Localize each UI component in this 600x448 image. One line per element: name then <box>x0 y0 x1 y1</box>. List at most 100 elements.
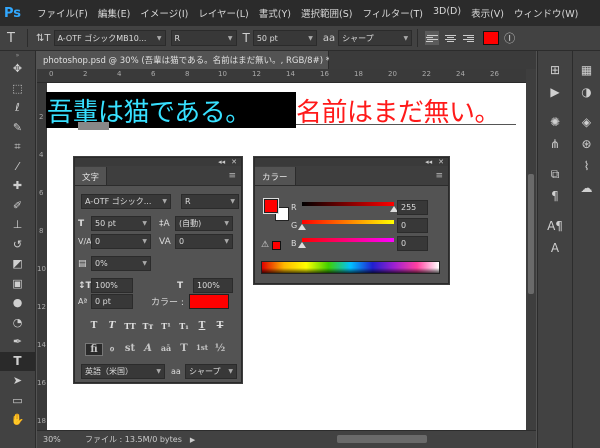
scroll-thumb[interactable] <box>528 174 534 294</box>
crop-tool-icon[interactable]: ⌗ <box>0 137 35 157</box>
layers-icon[interactable]: ◈ <box>573 111 600 133</box>
menu-edit[interactable]: 編集(E) <box>93 6 135 20</box>
font-size-select[interactable]: 50 pt ▼ <box>252 30 317 46</box>
clone-stamp-tool-icon[interactable]: ⊥ <box>0 215 35 235</box>
red-slider[interactable] <box>302 202 394 206</box>
close-icon[interactable]: ✕ <box>231 158 237 166</box>
lasso-tool-icon[interactable]: ℓ <box>0 98 35 118</box>
ordinals-icon[interactable]: 1st <box>193 343 211 356</box>
tab-character[interactable]: 文字 <box>75 167 108 185</box>
actions-icon[interactable]: ▶ <box>538 81 572 103</box>
clone-source-icon[interactable]: ⧉ <box>538 163 572 185</box>
horizontal-scroll-thumb[interactable] <box>337 435 427 443</box>
green-slider[interactable] <box>302 220 394 224</box>
char-tracking-select[interactable]: 0 ▼ <box>175 234 233 249</box>
close-icon[interactable]: ✕ <box>438 158 444 166</box>
superscript-icon[interactable]: T¹ <box>157 321 175 331</box>
path-select-tool-icon[interactable]: ➤ <box>0 371 35 391</box>
char-kerning-select[interactable]: 0 ▼ <box>91 234 151 249</box>
faux-italic-icon[interactable]: T <box>103 321 121 331</box>
strikethrough-icon[interactable]: T <box>211 321 229 331</box>
char-color-swatch[interactable] <box>189 294 229 309</box>
document-tab[interactable]: photoshop.psd @ 30% (吾輩は猫である。名前はまだ無い。, R… <box>37 51 330 69</box>
text-tool-icon[interactable]: T <box>0 31 22 46</box>
blur-tool-icon[interactable]: ● <box>0 293 35 313</box>
pen-tool-icon[interactable]: ✒ <box>0 332 35 352</box>
libraries-icon[interactable]: ☁ <box>573 177 600 199</box>
type-tool-icon[interactable]: T <box>0 351 35 371</box>
orientation-toggle-icon[interactable]: ⇅T <box>36 33 51 44</box>
menu-view[interactable]: 表示(V) <box>466 6 509 20</box>
paragraph-icon[interactable]: ¶ <box>538 185 572 207</box>
gradient-tool-icon[interactable]: ▣ <box>0 274 35 294</box>
blue-slider[interactable] <box>302 238 394 242</box>
healing-brush-tool-icon[interactable]: ✚ <box>0 176 35 196</box>
menu-layer[interactable]: レイヤー(L) <box>193 6 253 20</box>
panel-menu-icon[interactable]: ≡ <box>223 171 241 185</box>
character-icon[interactable]: A <box>538 237 572 259</box>
char-font-family-select[interactable]: A-OTF ゴシック... ▼ <box>81 194 171 209</box>
status-menu-icon[interactable]: ▶ <box>190 436 195 444</box>
green-slider-handle[interactable] <box>298 224 306 230</box>
align-right-icon[interactable] <box>461 31 475 45</box>
channels-icon[interactable]: ⊛ <box>573 133 600 155</box>
red-input[interactable]: 255 <box>397 200 428 215</box>
menu-3d[interactable]: 3D(D) <box>428 6 466 20</box>
faux-bold-icon[interactable]: T <box>85 321 103 331</box>
all-caps-icon[interactable]: TT <box>121 321 139 331</box>
subscript-icon[interactable]: T₁ <box>175 321 193 331</box>
panel-menu-icon[interactable]: ≡ <box>430 171 448 185</box>
small-caps-icon[interactable]: Tт <box>139 321 157 331</box>
green-input[interactable]: 0 <box>397 218 428 233</box>
menu-window[interactable]: ウィンドウ(W) <box>509 6 583 20</box>
char-tsume-select[interactable]: 0% ▼ <box>91 256 151 271</box>
collapse-icon[interactable]: » <box>0 51 35 59</box>
titling-alternates-icon[interactable]: T <box>175 343 193 356</box>
menu-image[interactable]: イメージ(I) <box>135 6 193 20</box>
stylistic-alternates-icon[interactable]: aā <box>157 343 175 356</box>
paths-icon[interactable]: ⌇ <box>573 155 600 177</box>
collapse-icon[interactable]: ◂◂ <box>218 158 225 166</box>
history-brush-tool-icon[interactable]: ↺ <box>0 235 35 255</box>
char-font-style-select[interactable]: R ▼ <box>181 194 239 209</box>
character-styles-icon[interactable]: A¶ <box>538 215 572 237</box>
history-icon[interactable]: ⊞ <box>538 59 572 81</box>
brush-settings-icon[interactable]: ✺ <box>538 111 572 133</box>
text-color-swatch[interactable] <box>483 31 500 45</box>
collapse-icon[interactable]: ◂◂ <box>425 158 432 166</box>
font-family-select[interactable]: A-OTF ゴシックMB10... ▼ <box>53 30 166 46</box>
blue-slider-handle[interactable] <box>298 242 306 248</box>
dodge-tool-icon[interactable]: ◔ <box>0 313 35 333</box>
ligature-icon[interactable]: fi <box>85 343 103 356</box>
foreground-color-swatch[interactable] <box>264 199 278 213</box>
quick-select-tool-icon[interactable]: ✎ <box>0 118 35 138</box>
eyedropper-tool-icon[interactable]: ⁄ <box>0 157 35 177</box>
align-center-icon[interactable] <box>443 31 457 45</box>
align-left-icon[interactable] <box>425 31 440 45</box>
antialias-select[interactable]: シャープ ▼ <box>338 30 413 46</box>
color-spectrum[interactable] <box>261 261 440 274</box>
menu-type[interactable]: 書式(Y) <box>254 6 296 20</box>
char-vscale-input[interactable]: 100% <box>91 278 133 293</box>
menu-select[interactable]: 選択範囲(S) <box>296 6 357 20</box>
vertical-scrollbar[interactable] <box>526 69 536 430</box>
warp-text-icon[interactable]: Ⓘ <box>504 30 515 46</box>
marquee-tool-icon[interactable]: ⬚ <box>0 79 35 99</box>
eraser-tool-icon[interactable]: ◩ <box>0 254 35 274</box>
blue-input[interactable]: 0 <box>397 236 428 251</box>
hand-tool-icon[interactable]: ✋ <box>0 410 35 430</box>
underline-icon[interactable]: T <box>193 321 211 331</box>
discretionary-ligature-icon[interactable]: st <box>121 343 139 356</box>
fractions-icon[interactable]: ½ <box>211 343 229 356</box>
contextual-alternates-icon[interactable]: ℴ <box>103 343 121 356</box>
menu-file[interactable]: ファイル(F) <box>32 6 93 20</box>
zoom-level[interactable]: 30% <box>43 435 77 444</box>
brush-presets-icon[interactable]: ⋔ <box>538 133 572 155</box>
swatches-icon[interactable]: ▦ <box>573 59 600 81</box>
adjustments-icon[interactable]: ◑ <box>573 81 600 103</box>
gamut-warning-icon[interactable]: ⚠ <box>261 240 269 250</box>
swash-icon[interactable]: A <box>139 343 157 356</box>
char-antialias-select[interactable]: シャープ ▼ <box>185 364 237 379</box>
font-style-select[interactable]: R ▼ <box>170 30 237 46</box>
char-size-select[interactable]: 50 pt ▼ <box>91 216 151 231</box>
